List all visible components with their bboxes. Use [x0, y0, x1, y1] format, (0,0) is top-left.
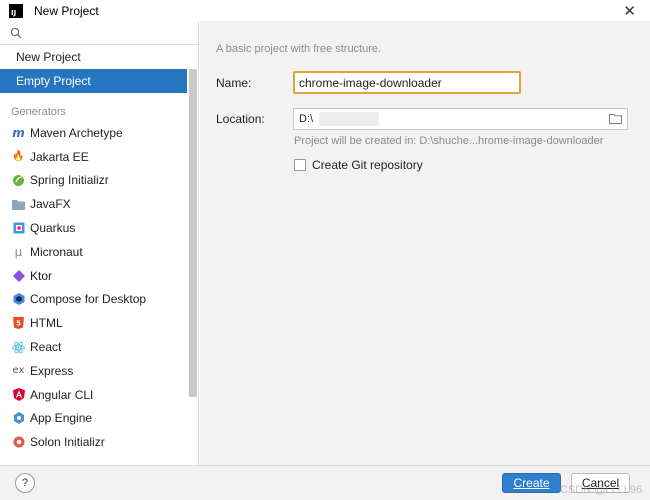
sidebar: New Project Empty Project Generators m M…	[0, 21, 199, 465]
folder-icon[interactable]	[609, 114, 622, 124]
close-icon[interactable]: ✕	[623, 2, 636, 20]
location-hint: Project will be created in: D:\shuche...…	[294, 135, 604, 147]
sidebar-item-empty-project[interactable]: Empty Project	[0, 69, 187, 93]
search-bar[interactable]	[0, 21, 198, 45]
react-icon	[12, 341, 25, 354]
location-value: D:\	[299, 113, 314, 125]
maven-icon: m	[12, 125, 25, 140]
git-repo-option[interactable]: Create Git repository	[294, 158, 423, 172]
generator-app-engine[interactable]: App Engine	[0, 407, 187, 431]
generator-html[interactable]: 5 HTML	[0, 311, 187, 335]
generator-spring-initializr[interactable]: Spring Initializr	[0, 169, 187, 193]
generators-heading: Generators	[11, 106, 67, 118]
project-description: A basic project with free structure.	[216, 43, 382, 55]
javafx-icon	[12, 198, 25, 211]
generator-label: Express	[30, 363, 74, 378]
name-field[interactable]	[293, 71, 521, 94]
location-label: Location:	[216, 112, 265, 126]
ktor-icon	[12, 269, 25, 282]
window-title: New Project	[34, 3, 99, 18]
generator-label: Compose for Desktop	[30, 292, 147, 307]
generator-javafx[interactable]: JavaFX	[0, 192, 187, 216]
generator-compose-for-desktop[interactable]: Compose for Desktop	[0, 288, 187, 312]
git-checkbox[interactable]	[294, 159, 306, 171]
title-bar: IJ New Project ✕	[0, 0, 650, 21]
create-button[interactable]: Create	[502, 473, 561, 493]
micronaut-icon: μ	[14, 244, 23, 259]
help-button[interactable]: ?	[15, 473, 35, 493]
angular-icon	[12, 388, 25, 402]
redacted-path	[319, 112, 380, 126]
generator-label: Jakarta EE	[30, 149, 89, 164]
bottom-bar: ? Create Cancel CSDN @LLLL96	[0, 465, 650, 500]
quarkus-icon	[12, 222, 25, 235]
jakarta-icon: 🔥	[12, 151, 25, 163]
compose-icon	[12, 293, 25, 306]
sidebar-scrollbar[interactable]	[189, 69, 197, 397]
generator-label: Ktor	[30, 268, 53, 283]
generator-solon-initializr[interactable]: Solon Initializr	[0, 430, 187, 454]
generator-micronaut[interactable]: μ Micronaut	[0, 240, 187, 264]
main-panel: A basic project with free structure. Nam…	[200, 21, 650, 465]
generator-jakarta-ee[interactable]: 🔥 Jakarta EE	[0, 145, 187, 169]
generator-ktor[interactable]: Ktor	[0, 264, 187, 288]
express-icon: ex	[12, 365, 25, 377]
html-icon: 5	[12, 317, 25, 330]
search-icon	[10, 27, 22, 38]
app-engine-icon	[12, 412, 25, 425]
search-input[interactable]	[28, 25, 188, 40]
intellij-logo-icon: IJ	[9, 3, 23, 18]
location-field[interactable]: D:\	[293, 108, 628, 130]
generator-label: HTML	[30, 316, 63, 331]
generator-label: React	[30, 340, 62, 355]
generator-angular-cli[interactable]: Angular CLI	[0, 383, 187, 407]
generator-label: Quarkus	[30, 221, 76, 236]
generator-label: Micronaut	[30, 244, 83, 259]
watermark: CSDN @LLLL96	[560, 484, 643, 496]
git-label: Create Git repository	[312, 158, 423, 172]
generator-quarkus[interactable]: Quarkus	[0, 216, 187, 240]
generator-label: JavaFX	[30, 197, 71, 212]
spring-icon	[12, 174, 25, 187]
generator-label: Angular CLI	[30, 387, 94, 402]
generator-label: Maven Archetype	[30, 125, 123, 140]
generator-react[interactable]: React	[0, 335, 187, 359]
svg-text:5: 5	[16, 320, 21, 328]
generator-express[interactable]: ex Express	[0, 359, 187, 383]
solon-icon	[12, 436, 25, 449]
name-label: Name:	[216, 76, 252, 90]
generator-label: App Engine	[30, 411, 93, 426]
generator-maven-archetype[interactable]: m Maven Archetype	[0, 121, 187, 145]
generator-label: Spring Initializr	[30, 173, 109, 188]
sidebar-item-new-project[interactable]: New Project	[0, 45, 187, 69]
generator-label: Solon Initializr	[30, 435, 105, 450]
